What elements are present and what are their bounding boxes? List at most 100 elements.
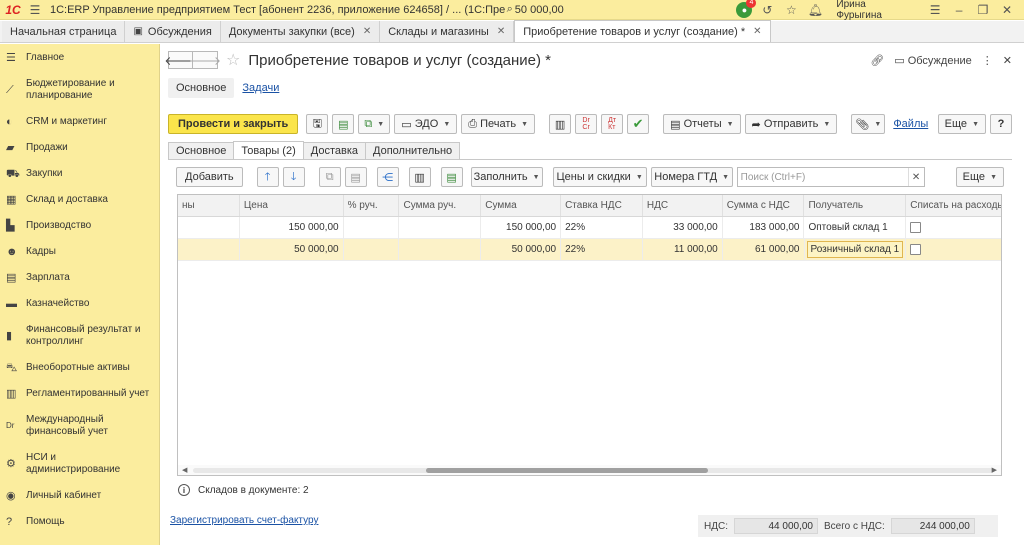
sidebar-item-help[interactable]: ? Помощь bbox=[0, 509, 159, 535]
tab-discussions[interactable]: ▣ Обсуждения bbox=[125, 21, 221, 42]
tab-purchase-doc-active[interactable]: Приобретение товаров и услуг (создание) … bbox=[514, 20, 771, 42]
close-tab-icon[interactable]: ✕ bbox=[363, 26, 371, 37]
cell-sum-vat[interactable]: 61 000,00 bbox=[723, 239, 805, 260]
subtab-tasks[interactable]: Задачи bbox=[242, 82, 279, 94]
cell-sum[interactable]: 50 000,00 bbox=[481, 239, 562, 260]
copy-rows-button[interactable]: ⧉ bbox=[318, 167, 341, 187]
bell-icon[interactable]: 🔔︎ bbox=[806, 1, 824, 19]
column-header[interactable]: Ставка НДС bbox=[561, 195, 643, 216]
scroll-thumb[interactable] bbox=[426, 467, 708, 473]
tab-goods[interactable]: Товары (2) bbox=[233, 141, 304, 159]
sidebar-item-finresult[interactable]: ▮ Финансовый результат и контроллинг bbox=[0, 317, 159, 355]
favorites-icon[interactable]: ☆ bbox=[782, 1, 800, 19]
sidebar-item-salary[interactable]: ▤ Зарплата bbox=[0, 265, 159, 291]
forward-button[interactable]: 🡒 bbox=[189, 51, 221, 69]
column-header[interactable]: ны bbox=[178, 195, 240, 216]
column-header[interactable]: Получатель bbox=[804, 195, 907, 216]
column-header[interactable]: Сумма с НДС bbox=[723, 195, 805, 216]
table-row-selected[interactable]: 50 000,00 50 000,00 22% 11 000,00 61 000… bbox=[178, 239, 1001, 261]
close-tab-icon[interactable]: ✕ bbox=[753, 26, 761, 37]
table-search-input[interactable]: Поиск (Ctrl+F) ✕ bbox=[736, 167, 925, 187]
tab-home[interactable]: Начальная страница bbox=[2, 21, 126, 42]
cell-name[interactable] bbox=[178, 239, 240, 260]
save-button[interactable]: 🖫︎ bbox=[306, 114, 329, 134]
sidebar-item-cabinet[interactable]: ◉ Личный кабинет bbox=[0, 483, 159, 509]
cell-pct[interactable] bbox=[344, 217, 400, 238]
sidebar-item-hr[interactable]: ☻ Кадры bbox=[0, 239, 159, 265]
edo-button[interactable]: ▭ ЭДО ▼ bbox=[394, 114, 458, 134]
cell-sum-manual[interactable] bbox=[399, 239, 482, 260]
table-row[interactable]: 150 000,00 150 000,00 22% 33 000,00 183 … bbox=[178, 217, 1001, 239]
cell-vat[interactable]: 33 000,00 bbox=[643, 217, 723, 238]
register-invoice-link[interactable]: Зарегистрировать счет-фактуру bbox=[170, 515, 318, 526]
clear-search-icon[interactable]: ✕ bbox=[907, 168, 924, 186]
column-header[interactable]: Сумма руч. bbox=[399, 195, 482, 216]
sidebar-item-crm[interactable]: ◐ CRM и маркетинг bbox=[0, 109, 159, 135]
cell-sum[interactable]: 150 000,00 bbox=[481, 217, 562, 238]
favorite-star-icon[interactable]: ☆ bbox=[226, 50, 240, 70]
cell-writeoff[interactable] bbox=[906, 217, 1001, 238]
check-button[interactable]: ✔ bbox=[627, 114, 650, 134]
post-and-close-button[interactable]: Провести и закрыть bbox=[168, 114, 299, 134]
post-button[interactable]: ▤ bbox=[332, 114, 355, 134]
help-button[interactable]: ? bbox=[990, 114, 1012, 134]
table-more-button[interactable]: Еще ▼ bbox=[955, 167, 1004, 187]
cell-price[interactable]: 150 000,00 bbox=[240, 217, 344, 238]
more-button[interactable]: Еще ▼ bbox=[937, 114, 986, 134]
sidebar-item-purchases[interactable]: ⛟ Закупки bbox=[0, 161, 159, 187]
scroll-left-icon[interactable]: ◀ bbox=[182, 466, 187, 474]
minimize-icon[interactable]: – bbox=[950, 1, 968, 19]
more-vert-icon[interactable]: ⋮ bbox=[982, 54, 993, 67]
close-tab-icon[interactable]: ✕ bbox=[497, 26, 505, 37]
close-icon[interactable]: ✕ bbox=[998, 1, 1016, 19]
column-header[interactable]: Списать на расходы bbox=[906, 195, 1001, 216]
cell-receiver[interactable]: Розничный склад 1 bbox=[805, 239, 907, 260]
column-header[interactable]: % руч. bbox=[344, 195, 400, 216]
scroll-right-icon[interactable]: ▶ bbox=[992, 466, 997, 474]
add-row-button[interactable]: Добавить bbox=[176, 167, 243, 187]
split-button[interactable]: ⋲ bbox=[376, 167, 399, 187]
cell-sum-manual[interactable] bbox=[399, 217, 482, 238]
sidebar-item-warehouse[interactable]: ▦ Склад и доставка bbox=[0, 187, 159, 213]
history-icon[interactable]: ↺ bbox=[758, 1, 776, 19]
send-button[interactable]: ➦ Отправить ▼ bbox=[744, 114, 838, 134]
discussion-button[interactable]: ▭ Обсуждение bbox=[894, 54, 972, 67]
paste-rows-button[interactable]: ▤ bbox=[344, 167, 367, 187]
sidebar-item-production[interactable]: ▙ Производство bbox=[0, 213, 159, 239]
sidebar-item-sales[interactable]: ▰ Продажи bbox=[0, 135, 159, 161]
cell-vat-rate[interactable]: 22% bbox=[561, 217, 643, 238]
tab-additional[interactable]: Дополнительно bbox=[365, 142, 461, 159]
tab-delivery[interactable]: Доставка bbox=[302, 142, 366, 159]
gtd-numbers-button[interactable]: Номера ГТД ▼ bbox=[650, 167, 733, 187]
cell-vat-rate[interactable]: 22% bbox=[561, 239, 643, 260]
barcode-button[interactable]: ▥ bbox=[408, 167, 431, 187]
close-form-icon[interactable]: ✕ bbox=[1003, 54, 1012, 67]
user-name[interactable]: Ирина Фурыгина bbox=[836, 0, 914, 21]
sidebar-item-admin[interactable]: ⚙ НСИ и администрирование bbox=[0, 445, 159, 483]
receiver-active-field[interactable]: Розничный склад 1 bbox=[806, 241, 904, 258]
print-button[interactable]: ⎙ Печать ▼ bbox=[461, 114, 536, 134]
fill-button[interactable]: Заполнить ▼ bbox=[470, 167, 543, 187]
sidebar-item-fixed-assets[interactable]: ⛍ Внеоборотные активы bbox=[0, 355, 159, 381]
files-link[interactable]: Файлы bbox=[893, 118, 928, 130]
column-header[interactable]: НДС bbox=[643, 195, 723, 216]
sidebar-item-main[interactable]: ☰ Главное bbox=[0, 44, 159, 71]
tab-purchase-docs[interactable]: Документы закупки (все) ✕ bbox=[220, 21, 381, 42]
global-search-input[interactable]: ⌕ 50 000,00 bbox=[507, 2, 737, 18]
cell-price[interactable]: 50 000,00 bbox=[240, 239, 344, 260]
tab-warehouses[interactable]: Склады и магазины ✕ bbox=[380, 21, 515, 42]
sidebar-item-treasury[interactable]: ▬ Казначейство bbox=[0, 291, 159, 317]
cell-name[interactable] bbox=[178, 217, 240, 238]
reports-button[interactable]: ▤ Отчеты ▼ bbox=[663, 114, 741, 134]
move-up-button[interactable]: 🡑 bbox=[256, 167, 279, 187]
sidebar-item-regulated[interactable]: ▥ Регламентированный учет bbox=[0, 381, 159, 407]
drcr-movements-button[interactable]: Dr Cr bbox=[575, 114, 598, 134]
cell-vat[interactable]: 11 000,00 bbox=[643, 239, 723, 260]
sidebar-item-ifrs[interactable]: Dr Международный финансовый учет bbox=[0, 407, 159, 445]
writeoff-checkbox[interactable] bbox=[910, 244, 922, 255]
attach-button[interactable]: 📎︎ ▼ bbox=[851, 114, 886, 134]
horizontal-scrollbar[interactable]: ◀ ▶ bbox=[178, 465, 1001, 475]
prices-discounts-button[interactable]: Цены и скидки ▼ bbox=[552, 167, 647, 187]
subtab-main[interactable]: Основное bbox=[168, 78, 235, 98]
dtkt-button[interactable]: Дт Кт bbox=[601, 114, 624, 134]
